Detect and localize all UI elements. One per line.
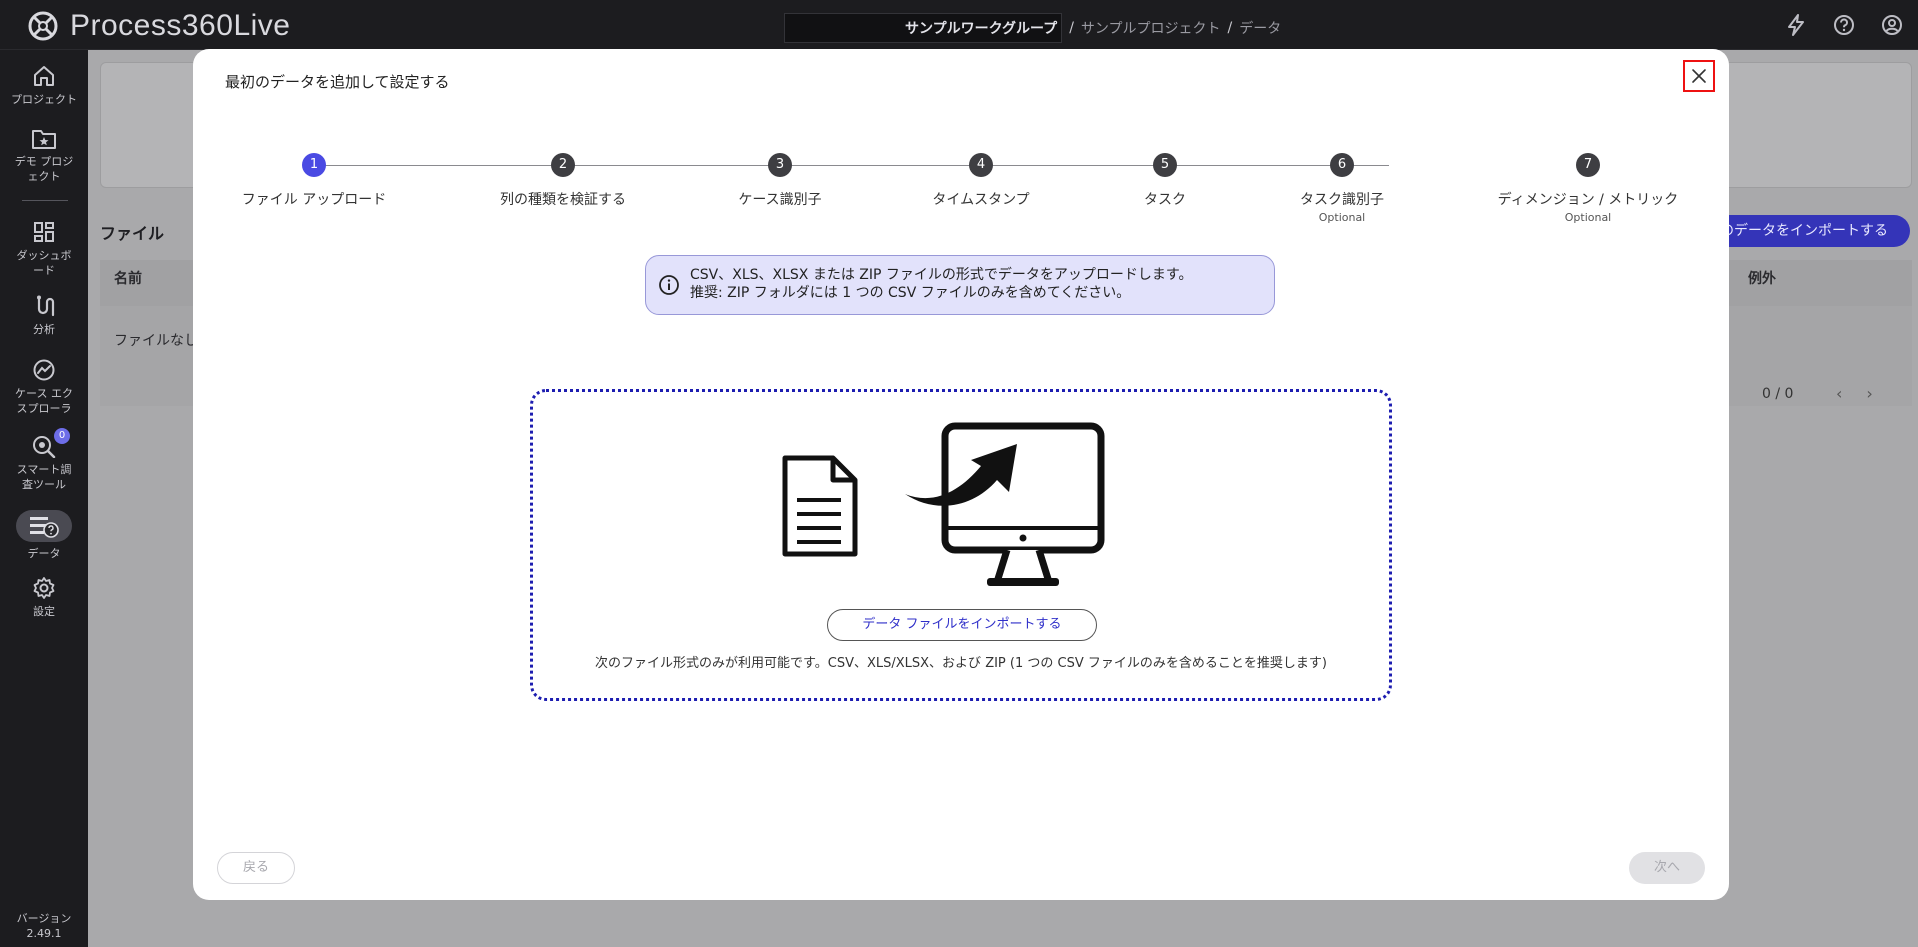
breadcrumb-separator: / bbox=[1227, 20, 1233, 36]
step-label: タスク識別子 bbox=[1300, 192, 1384, 208]
analysis-icon bbox=[37, 295, 55, 317]
case-explorer-icon bbox=[33, 359, 55, 381]
user-account-icon[interactable] bbox=[1880, 13, 1904, 37]
next-button[interactable]: 次へ bbox=[1629, 852, 1705, 884]
sidebar-item-dashboard[interactable]: ダッシュボード bbox=[0, 220, 88, 278]
sidebar-item-label: プロジェクト bbox=[11, 93, 77, 106]
smart-investigation-icon bbox=[33, 436, 56, 458]
step-optional-label: Optional bbox=[1318, 211, 1366, 224]
logo-text-sub: Live bbox=[233, 9, 291, 42]
top-icons bbox=[1784, 13, 1904, 37]
app-logo-text: Process360Live bbox=[70, 9, 290, 43]
step-optional-label: Optional bbox=[1564, 211, 1612, 224]
sidebar-item-label: スマート調査ツール bbox=[16, 463, 72, 491]
gear-icon bbox=[33, 577, 55, 599]
step-1: 1 ファイル アップロード bbox=[194, 151, 434, 209]
add-data-modal: 最初のデータを追加して設定する 1 ファイル アップロード 2 列の種類を検証す… bbox=[193, 49, 1729, 900]
import-data-file-button[interactable]: データ ファイルをインポートする bbox=[827, 609, 1097, 641]
sidebar-divider bbox=[22, 200, 68, 201]
lightning-icon[interactable] bbox=[1784, 13, 1808, 37]
sidebar-item-case-explorer[interactable]: ケース エクスプローラ bbox=[0, 358, 88, 416]
sidebar-item-label: ケース エクスプローラ bbox=[15, 387, 73, 415]
pagination-arrows: ‹› bbox=[1836, 384, 1897, 403]
sidebar-item-projects[interactable]: プロジェクト bbox=[0, 64, 88, 107]
sidebar: プロジェクト デモ プロジェクト ダッシュボード 分析 ケース エクスプローラ … bbox=[0, 50, 88, 947]
step-number: 6 bbox=[1330, 153, 1354, 177]
step-number: 3 bbox=[768, 153, 792, 177]
data-icon bbox=[30, 517, 59, 538]
smart-investigation-badge: 0 bbox=[54, 428, 70, 444]
breadcrumb-page: データ bbox=[1239, 21, 1282, 37]
step-label: ファイル アップロード bbox=[241, 192, 387, 208]
star-folder-icon bbox=[32, 130, 56, 149]
close-icon bbox=[1692, 69, 1706, 83]
help-icon[interactable] bbox=[1832, 13, 1856, 37]
pagination-count: 0 / 0 bbox=[1762, 386, 1794, 402]
step-6: 6 タスク識別子 Optional bbox=[1222, 151, 1462, 224]
sidebar-active-indicator bbox=[16, 510, 72, 542]
upload-info-banner: CSV、XLS、XLSX または ZIP ファイルの形式でデータをアップロードし… bbox=[645, 255, 1275, 315]
step-label: 列の種類を検証する bbox=[500, 192, 626, 208]
sidebar-item-analysis[interactable]: 分析 bbox=[0, 294, 88, 337]
process360-logo-icon bbox=[28, 11, 58, 41]
dashboard-icon bbox=[34, 222, 54, 242]
breadcrumb-project[interactable]: サンプルプロジェクト bbox=[1081, 18, 1221, 38]
chevron-right-icon: › bbox=[1866, 384, 1897, 403]
app-version: バージョン 2.49.1 bbox=[0, 911, 88, 941]
computer-upload-icon bbox=[905, 422, 1105, 586]
back-button[interactable]: 戻る bbox=[217, 852, 295, 884]
info-line-1: CSV、XLS、XLSX または ZIP ファイルの形式でデータをアップロードし… bbox=[690, 267, 1193, 283]
app-logo[interactable]: Process360Live bbox=[26, 9, 290, 43]
file-dropzone[interactable]: データ ファイルをインポートする 次のファイル形式のみが利用可能です。CSV、X… bbox=[530, 389, 1392, 701]
version-number: 2.49.1 bbox=[26, 927, 62, 940]
step-number: 4 bbox=[969, 153, 993, 177]
modal-title: 最初のデータを追加して設定する bbox=[225, 73, 450, 91]
step-number: 1 bbox=[302, 153, 326, 177]
info-icon bbox=[659, 275, 679, 295]
sidebar-item-label: 分析 bbox=[33, 323, 55, 336]
supported-formats-text: 次のファイル形式のみが利用可能です。CSV、XLS/XLSX、および ZIP (… bbox=[595, 656, 1327, 671]
breadcrumb: サンプルワークグループ / サンプルプロジェクト / データ bbox=[784, 13, 1281, 43]
column-header-exception: 例外 bbox=[1748, 271, 1776, 287]
sidebar-item-label: デモ プロジェクト bbox=[14, 155, 74, 183]
step-number: 5 bbox=[1153, 153, 1177, 177]
info-text: CSV、XLS、XLSX または ZIP ファイルの形式でデータをアップロードし… bbox=[690, 266, 1193, 302]
sidebar-item-settings[interactable]: 設定 bbox=[0, 576, 88, 619]
sidebar-item-label: ダッシュボード bbox=[16, 249, 72, 277]
breadcrumb-separator: / bbox=[1069, 20, 1074, 36]
sidebar-item-label: データ bbox=[27, 547, 61, 560]
step-2: 2 列の種類を検証する bbox=[443, 151, 683, 209]
logo-text-main: Process360 bbox=[70, 9, 234, 42]
sidebar-item-demo-project[interactable]: デモ プロジェクト bbox=[0, 128, 88, 184]
top-bar: Process360Live サンプルワークグループ / サンプルプロジェクト … bbox=[0, 0, 1918, 50]
column-header-name: 名前 bbox=[114, 271, 142, 287]
sidebar-item-data[interactable]: データ bbox=[0, 510, 88, 561]
home-icon bbox=[34, 66, 54, 86]
step-7: 7 ディメンジョン / メトリック Optional bbox=[1468, 151, 1708, 224]
files-section-title: ファイル bbox=[100, 224, 165, 243]
step-label: ディメンジョン / メトリック bbox=[1497, 192, 1679, 208]
sidebar-item-smart-investigation[interactable]: 0 スマート調査ツール bbox=[0, 428, 88, 492]
step-number: 7 bbox=[1576, 153, 1600, 177]
step-number: 2 bbox=[551, 153, 575, 177]
info-line-2: 推奨: ZIP フォルダには 1 つの CSV ファイルのみを含めてください。 bbox=[690, 285, 1131, 301]
wizard-stepper: 1 ファイル アップロード 2 列の種類を検証する 3 ケース識別子 4 タイム… bbox=[193, 151, 1729, 231]
no-files-text: ファイルなし bbox=[114, 333, 198, 349]
sidebar-item-label: 設定 bbox=[33, 605, 55, 618]
document-icon bbox=[782, 455, 858, 557]
version-label: バージョン bbox=[16, 912, 72, 925]
chevron-left-icon: ‹ bbox=[1836, 384, 1867, 403]
breadcrumb-workgroup[interactable]: サンプルワークグループ bbox=[784, 13, 1063, 43]
close-button[interactable] bbox=[1683, 60, 1715, 92]
